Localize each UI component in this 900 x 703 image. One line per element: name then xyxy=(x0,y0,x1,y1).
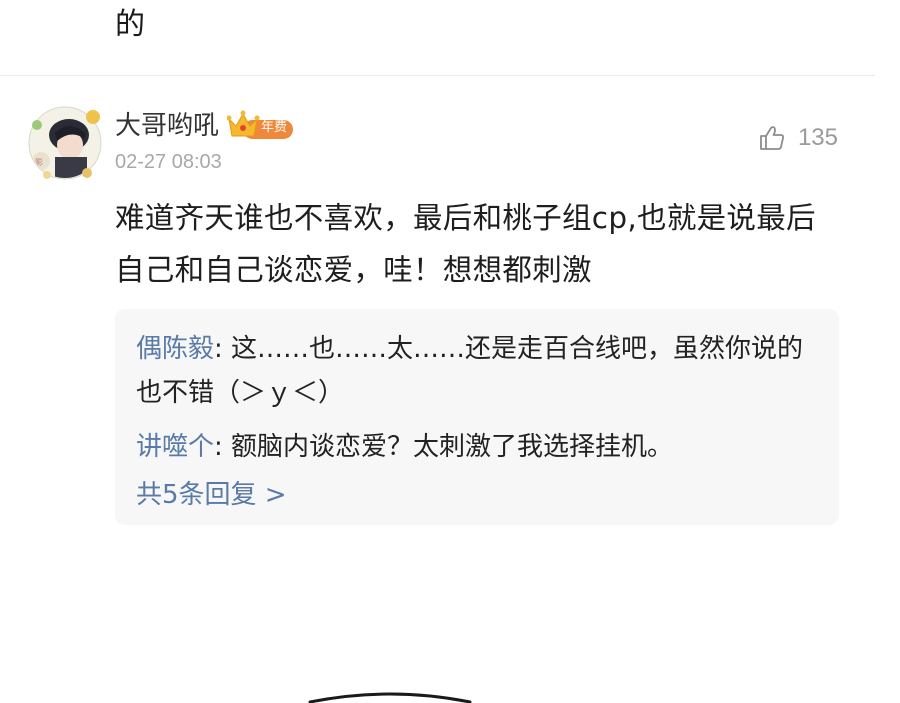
reply-text: 这……也……太……还是走百合线吧，虽然你说的也不错（＞ｙ＜） xyxy=(136,334,804,408)
svg-text:影: 影 xyxy=(35,157,43,167)
comment-body: 难道齐天谁也不喜欢，最后和桃子组cp,也就是说最后自己和自己谈恋爱，哇！想想都刺… xyxy=(115,201,816,287)
comment-page: 的 影 大哥哟吼 年费 02-27 08:03 135 难道齐天谁也不喜欢，最后… xyxy=(0,0,900,703)
like-button[interactable]: 135 xyxy=(758,124,838,152)
replies-box: 偶陈毅: 这……也……太……还是走百合线吧，虽然你说的也不错（＞ｙ＜） 讲噬个:… xyxy=(115,309,839,525)
reply-item[interactable]: 偶陈毅: 这……也……太……还是走百合线吧，虽然你说的也不错（＞ｙ＜） xyxy=(136,327,816,415)
reply-author[interactable]: 讲噬个 xyxy=(136,432,214,462)
view-all-replies-link[interactable]: 共5条回复 > xyxy=(136,473,287,517)
like-count: 135 xyxy=(797,124,838,151)
vip-badge-label: 年费 xyxy=(261,120,288,135)
username[interactable]: 大哥哟吼 xyxy=(115,108,219,144)
avatar[interactable]: 影 xyxy=(27,105,103,181)
reply-separator: : xyxy=(214,432,232,462)
divider xyxy=(0,75,875,76)
previous-comment-tail: 的 xyxy=(115,7,145,42)
reply-text: 额脑内谈恋爱？太刺激了我选择挂机。 xyxy=(231,432,674,462)
reply-item[interactable]: 讲噬个: 额脑内谈恋爱？太刺激了我选择挂机。 xyxy=(136,425,816,469)
timestamp: 02-27 08:03 xyxy=(115,151,222,173)
avatar-image: 影 xyxy=(28,106,102,180)
next-item-edge xyxy=(308,692,472,703)
reply-author[interactable]: 偶陈毅 xyxy=(136,334,214,364)
username-row: 大哥哟吼 年费 xyxy=(115,106,295,146)
reply-separator: : xyxy=(214,334,232,364)
vip-badge: 年费 xyxy=(226,109,295,143)
thumbs-up-icon xyxy=(760,126,784,150)
